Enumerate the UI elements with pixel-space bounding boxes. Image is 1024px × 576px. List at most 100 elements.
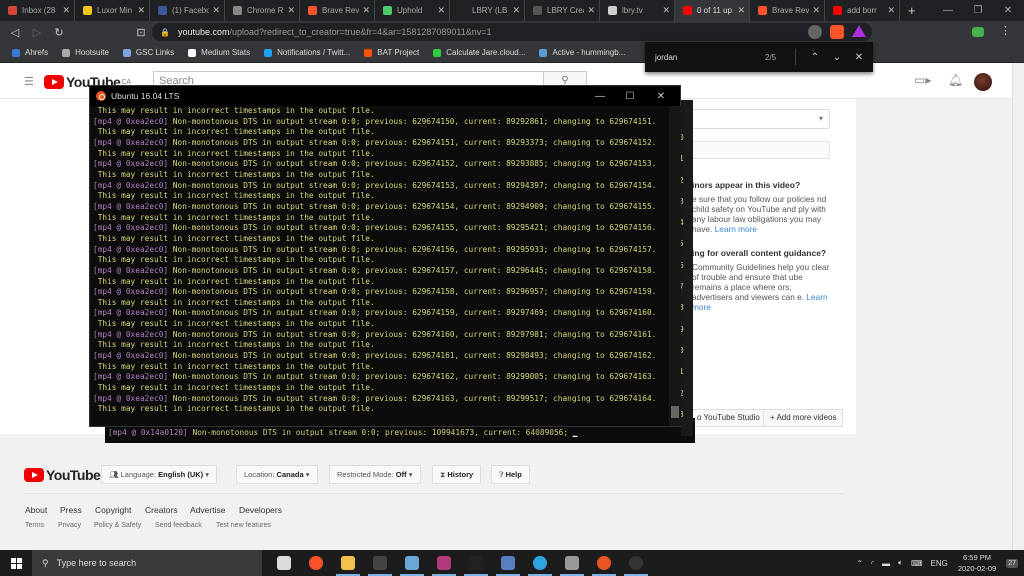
ubuntu-terminal-window[interactable]: Ubuntu 16.04 LTS — ☐ ✕ This may result i… (89, 85, 681, 427)
battery-icon[interactable]: ▬ (882, 559, 890, 568)
browser-tab[interactable]: add borr ✕ (825, 0, 900, 21)
clock[interactable]: 6:59 PM 2020-02-09 (958, 552, 996, 574)
network-icon[interactable]: ◜ (871, 559, 874, 568)
close-tab-icon[interactable]: ✕ (137, 5, 145, 16)
taskbar-app[interactable] (268, 550, 300, 576)
taskbar-app[interactable] (332, 550, 364, 576)
menu-icon[interactable]: ⋮ (1000, 24, 1014, 38)
taskbar-app[interactable] (588, 550, 620, 576)
footer-link-about[interactable]: About (25, 505, 47, 515)
footer-link-advertise[interactable]: Advertise (190, 505, 225, 515)
footer-sublink[interactable]: Test new features (216, 522, 271, 529)
browser-tab[interactable]: Brave Rev ✕ (750, 0, 825, 21)
footer-link-creators[interactable]: Creators (145, 505, 178, 515)
find-input[interactable]: jordan (655, 53, 765, 62)
close-tab-icon[interactable]: ✕ (887, 5, 895, 16)
close-tab-icon[interactable]: ✕ (62, 5, 70, 16)
bookmark-item[interactable]: Calculate Jare.cloud... (433, 48, 525, 57)
new-tab-button[interactable]: + (908, 3, 916, 18)
keyboard-icon[interactable]: ⌨ (911, 559, 923, 568)
close-tab-icon[interactable]: ✕ (287, 5, 295, 16)
screenshot-extension-icon[interactable] (808, 25, 822, 39)
browser-tab[interactable]: lbry.tv ✕ (600, 0, 675, 21)
taskbar-app[interactable] (396, 550, 428, 576)
close-tab-icon[interactable]: ✕ (587, 5, 595, 16)
hamburger-menu-icon[interactable]: ☰ (24, 75, 34, 88)
create-video-icon[interactable]: ▭▸ (914, 73, 931, 87)
history-button[interactable]: ⧗ History (432, 465, 482, 484)
taskbar-app[interactable] (460, 550, 492, 576)
footer-link-developers[interactable]: Developers (239, 505, 282, 515)
browser-tab[interactable]: Luxor Min ✕ (75, 0, 150, 21)
taskbar-search[interactable]: ⚲ Type here to search (32, 550, 262, 576)
bookmark-item[interactable]: Active - hummingb... (539, 48, 625, 57)
restricted-mode-button[interactable]: Restricted Mode: Off ▾ (329, 465, 421, 484)
notifications-bell-icon[interactable]: 🔔︎ (948, 73, 963, 87)
close-window-button[interactable]: ✕ (993, 0, 1023, 21)
close-tab-icon[interactable]: ✕ (662, 5, 670, 16)
find-close-button[interactable]: ✕ (848, 52, 870, 63)
close-tab-icon[interactable]: ✕ (212, 5, 220, 16)
browser-tab[interactable]: 0 of 11 up ✕ (675, 0, 750, 21)
footer-sublink[interactable]: Privacy (58, 522, 81, 529)
terminal-output[interactable]: This may result in incorrect timestamps … (90, 106, 668, 426)
bookmark-item[interactable]: Hootsuite (62, 48, 109, 57)
browser-tab[interactable]: LBRY (LB ✕ (450, 0, 525, 21)
brave-shields-icon[interactable] (830, 25, 844, 39)
find-next-button[interactable]: ⌄ (826, 52, 848, 63)
footer-link-press[interactable]: Press (60, 505, 82, 515)
close-tab-icon[interactable]: ✕ (737, 5, 745, 16)
browser-tab[interactable]: (1) Facebo ✕ (150, 0, 225, 21)
maximize-button[interactable]: ❐ (963, 0, 993, 21)
terminal-minimize-button[interactable]: — (585, 86, 615, 106)
avatar[interactable] (974, 73, 992, 91)
extension-icon[interactable] (972, 27, 984, 37)
terminal-close-button[interactable]: ✕ (646, 86, 676, 106)
browser-tab[interactable]: Inbox (28 ✕ (0, 0, 75, 21)
footer-sublink[interactable]: Send feedback (155, 522, 202, 529)
bookmark-item[interactable]: BAT Project (364, 48, 419, 57)
brave-rewards-icon[interactable] (852, 25, 866, 37)
browser-tab[interactable]: Uphold ✕ (375, 0, 450, 21)
volume-icon[interactable]: 🔈︎ (898, 558, 903, 568)
go-to-studio-button[interactable]: o YouTube Studio (690, 409, 767, 427)
close-tab-icon[interactable]: ✕ (362, 5, 370, 16)
taskbar-app[interactable] (556, 550, 588, 576)
close-tab-icon[interactable]: ✕ (437, 5, 445, 16)
location-button[interactable]: Location: Canada ▾ (236, 465, 318, 484)
add-more-videos-button[interactable]: + Add more videos (763, 409, 844, 427)
bookmark-item[interactable]: Medium Stats (188, 48, 250, 57)
language-button[interactable]: 👥︎ Language: English (UK) ▾ (101, 465, 218, 484)
minimize-button[interactable]: — (933, 0, 963, 21)
bookmark-item[interactable]: GSC Links (122, 48, 174, 57)
bookmark-item[interactable]: Notifications / Twitt... (264, 48, 350, 57)
terminal-maximize-button[interactable]: ☐ (615, 86, 645, 106)
show-hidden-icons[interactable]: ⌃ (856, 559, 863, 568)
page-scrollbar[interactable] (1012, 63, 1024, 550)
start-button[interactable] (0, 550, 32, 576)
help-button[interactable]: ❓︎ Help (491, 465, 530, 484)
taskbar-app[interactable] (492, 550, 524, 576)
bookmark-item[interactable]: Ahrefs (12, 48, 48, 57)
forward-button[interactable]: ▷ (26, 26, 48, 39)
taskbar-app[interactable] (524, 550, 556, 576)
taskbar-app[interactable] (300, 550, 332, 576)
browser-tab[interactable]: LBRY Crea ✕ (525, 0, 600, 21)
learn-more-link[interactable]: Learn more (715, 224, 757, 234)
browser-tab[interactable]: Chrome R ✕ (225, 0, 300, 21)
address-bar[interactable]: 🔒 youtube.com /upload?redirect_to_creato… (152, 23, 872, 41)
bookmark-page-icon[interactable]: ⊡ (130, 26, 152, 39)
reload-button[interactable]: ↻ (48, 26, 70, 39)
terminal-scrollbar[interactable] (669, 106, 681, 426)
footer-sublink[interactable]: Policy & Safety (94, 522, 141, 529)
notification-center-icon[interactable]: 27 (1006, 558, 1018, 568)
terminal-scroll-thumb[interactable] (671, 406, 679, 418)
taskbar-app[interactable] (364, 550, 396, 576)
browser-tab[interactable]: Brave Rev ✕ (300, 0, 375, 21)
back-button[interactable]: ◁ (4, 26, 26, 39)
taskbar-app[interactable] (428, 550, 460, 576)
input-language[interactable]: ENG (930, 559, 947, 568)
find-prev-button[interactable]: ⌃ (804, 52, 826, 63)
footer-youtube-logo[interactable]: YouTube (24, 467, 101, 483)
close-tab-icon[interactable]: ✕ (512, 5, 520, 16)
